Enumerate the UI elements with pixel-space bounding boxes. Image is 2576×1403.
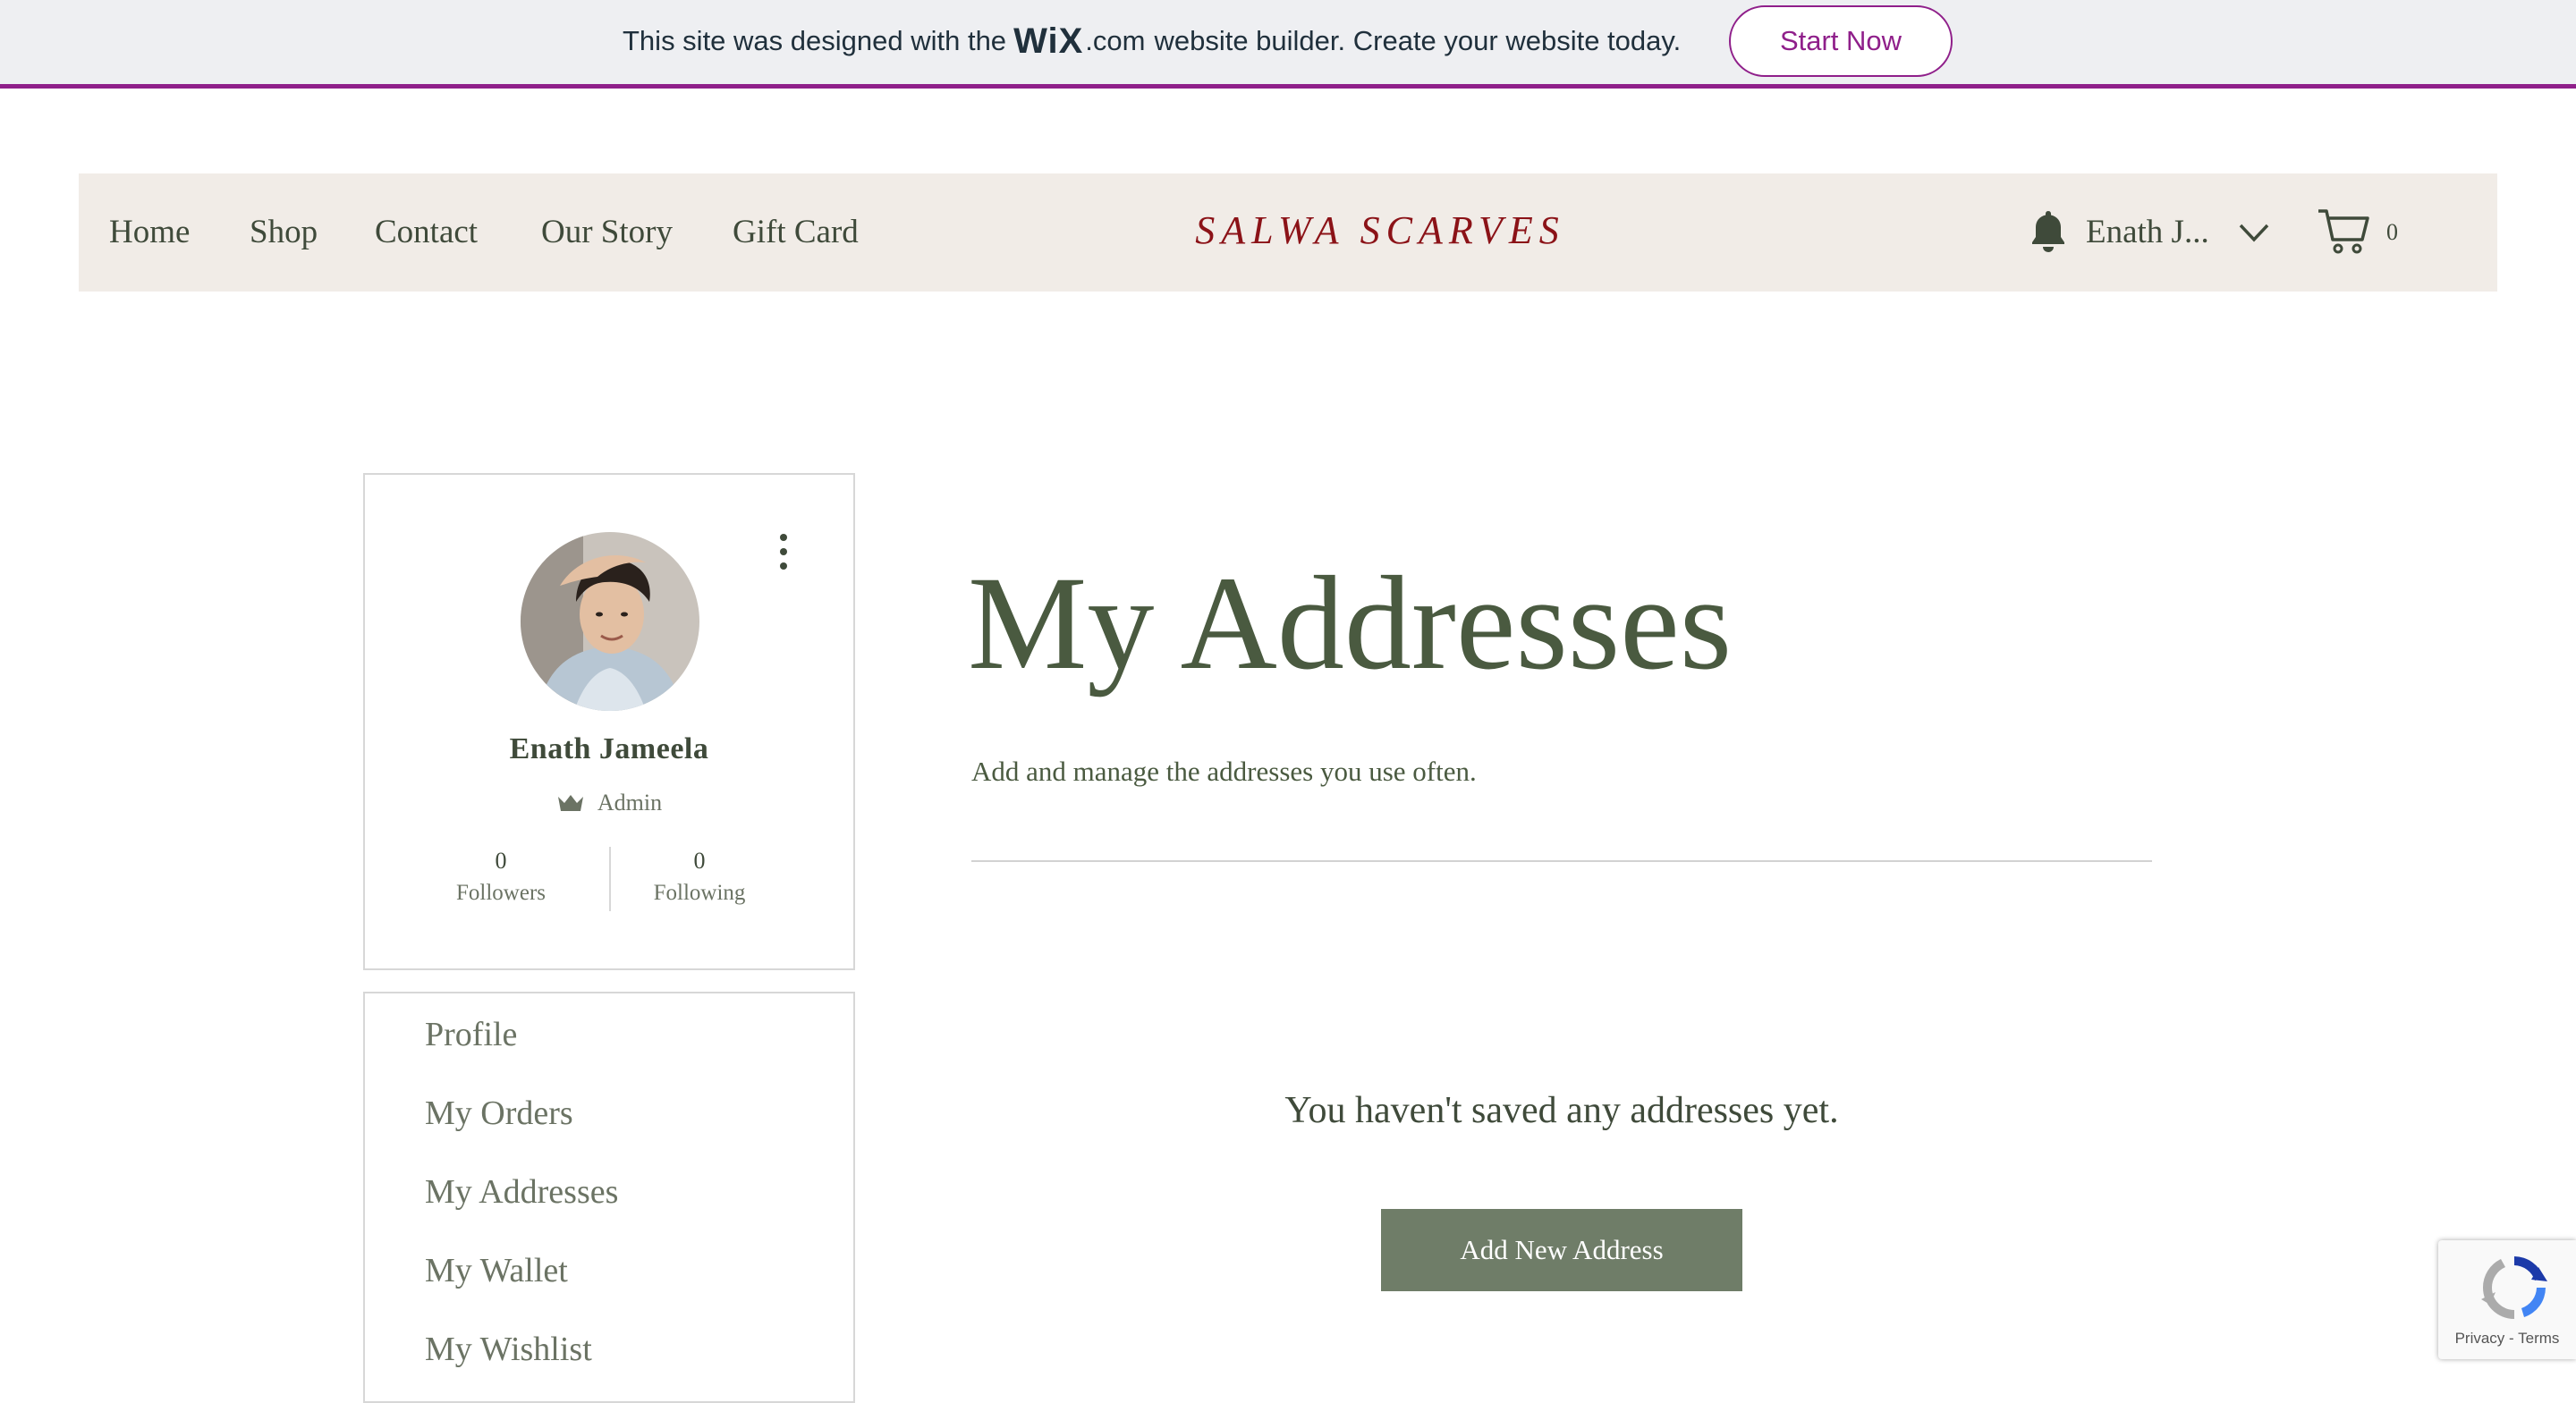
add-new-address-button[interactable]: Add New Address [1381,1209,1742,1291]
start-now-button[interactable]: Start Now [1729,5,1953,77]
cart-icon[interactable] [2317,206,2370,256]
profile-card: Enath Jameela Admin 0 Followers 0 Follow… [363,473,855,970]
recaptcha-icon [2481,1256,2547,1319]
recaptcha-badge[interactable]: Privacy - Terms [2438,1240,2576,1359]
menu-item-my-wishlist[interactable]: My Wishlist [425,1323,592,1376]
followers-count: 0 [495,848,507,874]
wix-logo-dotcom: .com [1085,25,1146,56]
following-stat[interactable]: 0 Following [601,845,798,909]
menu-item-my-orders[interactable]: My Orders [425,1086,573,1140]
role-badge: Admin [365,788,853,818]
wix-logo: WiX [1013,21,1084,61]
recaptcha-separator: - [2504,1330,2519,1347]
following-label: Following [653,881,746,905]
empty-state-message: You haven't saved any addresses yet. [1284,1090,1839,1131]
avatar[interactable] [521,532,699,711]
menu-item-profile[interactable]: Profile [425,1008,517,1061]
page-title: My Addresses [968,549,1733,697]
banner-text-after: website builder. Create your website tod… [1154,25,1682,56]
page-subtitle: Add and manage the addresses you use oft… [971,756,1477,787]
cart-count: 0 [2386,219,2398,245]
menu-item-my-addresses[interactable]: My Addresses [425,1165,618,1219]
site-logo[interactable]: SALWA SCARVES [1130,204,1631,258]
wix-promo-banner: This site was designed with the WiX .com… [0,0,2576,89]
nav-item-our-story[interactable]: Our Story [541,209,673,256]
nav-item-contact[interactable]: Contact [375,209,478,256]
profile-name: Enath Jameela [509,732,709,765]
member-name[interactable]: Enath J... [2086,209,2209,256]
recaptcha-links: Privacy - Terms [2438,1330,2576,1348]
following-count: 0 [693,848,706,874]
followers-stat[interactable]: 0 Followers [402,845,599,909]
followers-label: Followers [456,881,546,905]
section-divider [971,860,2152,862]
site-header: Home Shop Contact Our Story Gift Card SA… [79,173,2497,292]
account-side-menu: Profile My Orders My Addresses My Wallet… [363,992,855,1403]
banner-text-before: This site was designed with the [623,25,1007,56]
role-label: Admin [597,790,663,816]
bell-icon[interactable] [2027,207,2070,254]
menu-item-my-wallet[interactable]: My Wallet [425,1244,568,1297]
nav-item-gift-card[interactable]: Gift Card [733,209,859,256]
recaptcha-terms-link[interactable]: Terms [2518,1330,2559,1347]
crown-icon [557,795,583,811]
chevron-down-icon[interactable] [2236,216,2272,249]
recaptcha-privacy-link[interactable]: Privacy [2455,1330,2505,1347]
nav-item-shop[interactable]: Shop [250,209,318,256]
nav-item-home[interactable]: Home [109,209,190,256]
wix-banner-text: This site was designed with the WiX .com… [623,21,1681,61]
more-vertical-icon[interactable] [775,532,792,571]
